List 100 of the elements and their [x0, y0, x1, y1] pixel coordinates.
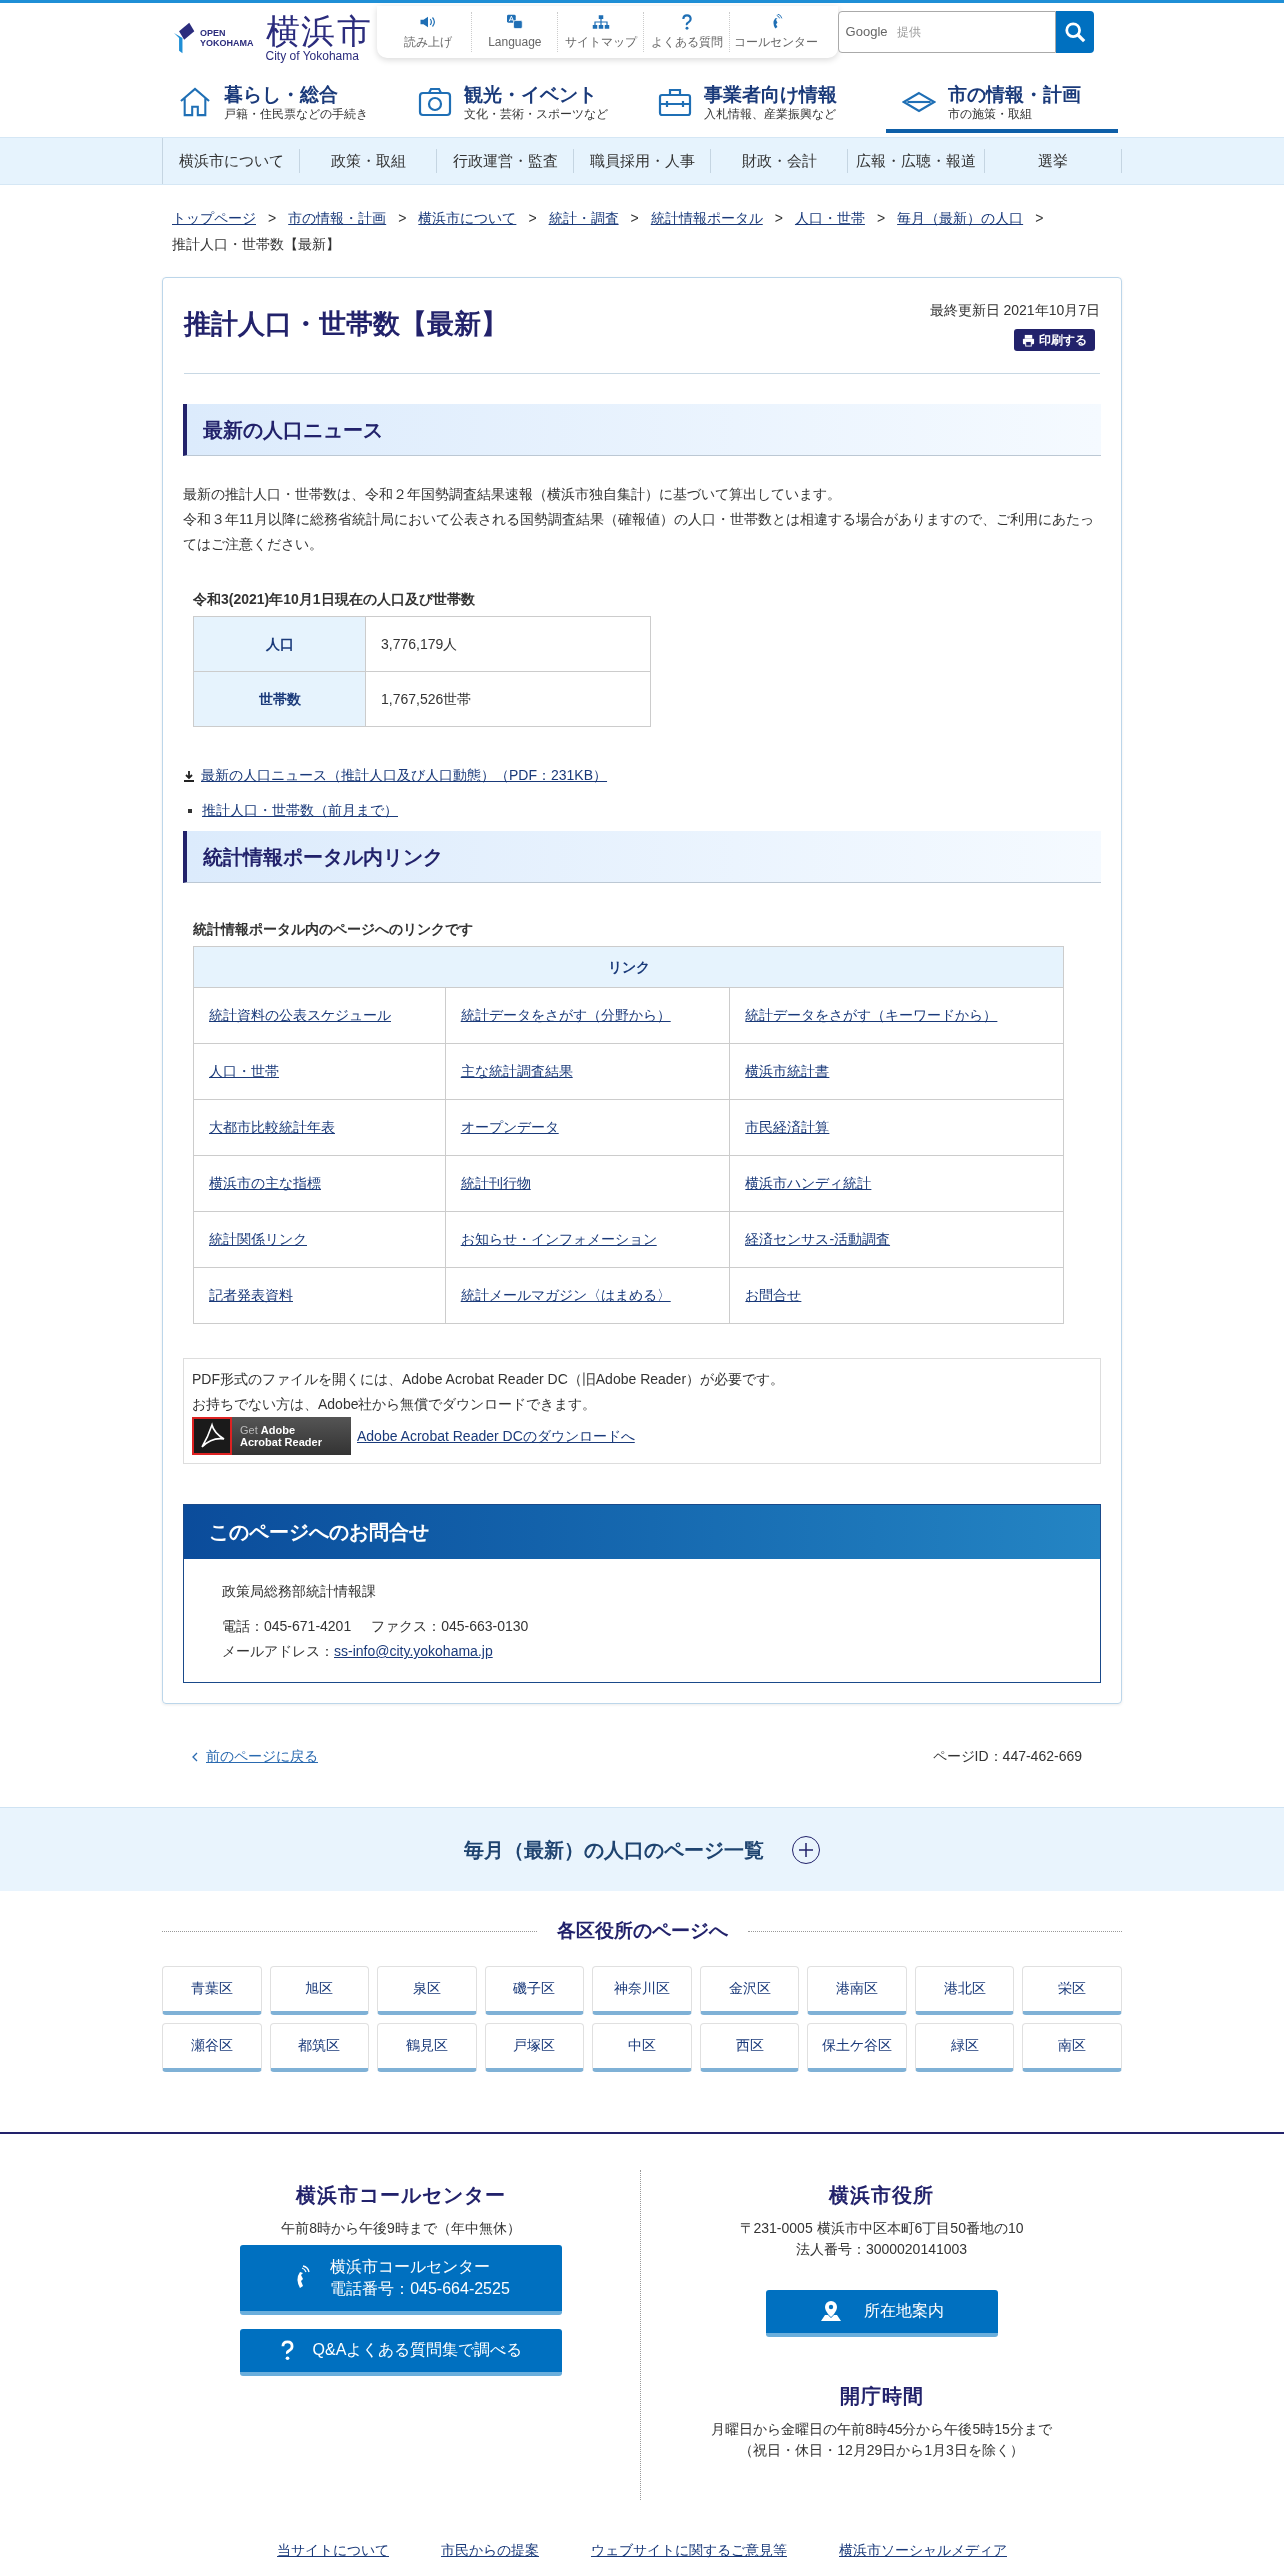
table-caption: 令和3(2021)年10月1日現在の人口及び世帯数	[193, 590, 476, 609]
sub-nav-link[interactable]: 財政・会計	[711, 149, 848, 173]
sub-nav-link[interactable]: 横浜市について	[163, 149, 300, 173]
table-link[interactable]: 大都市比較統計年表	[209, 1119, 335, 1135]
ward-button[interactable]: 神奈川区	[592, 1965, 692, 2015]
pdf-icon	[192, 1417, 232, 1455]
ward-button[interactable]: 港南区	[807, 1965, 907, 2015]
section-heading: 統計情報ポータル内リンク	[183, 831, 1101, 883]
hours-text: 午前8時から午後9時まで（年中無休）	[281, 2218, 521, 2238]
breadcrumb-link[interactable]: 統計・調査	[548, 205, 619, 231]
breadcrumb-link[interactable]: トップページ	[172, 205, 256, 231]
main-nav-tab[interactable]: 事業者向け情報 入札情報、産業振興など	[642, 75, 882, 133]
camera-icon	[418, 87, 452, 117]
department-name: 政策局総務部統計情報課	[222, 1582, 377, 1601]
sub-nav-link[interactable]: 職員採用・人事	[574, 149, 711, 173]
breadcrumb-link[interactable]: 統計情報ポータル	[650, 205, 763, 231]
print-button[interactable]: 印刷する	[1014, 329, 1095, 351]
sub-nav-link[interactable]: 行政運営・監査	[437, 149, 574, 173]
footer-heading: 横浜市役所	[829, 2182, 934, 2208]
table-header-cell: 人口	[193, 616, 366, 672]
breadcrumb-current: 推計人口・世帯数【最新】	[172, 235, 341, 254]
ward-button[interactable]: 泉区	[377, 1965, 477, 2015]
map-pin-icon	[819, 2300, 842, 2322]
utility-link[interactable]: よくある質問	[643, 12, 730, 52]
table-link[interactable]: 横浜市統計書	[745, 1063, 830, 1079]
sub-nav-link[interactable]: 政策・取組	[300, 149, 437, 173]
ward-button[interactable]: 鶴見区	[377, 2022, 477, 2072]
paragraph: 令和３年11月以降に総務省統計局において公表される国勢調査結果（確報値）の人口・世帯数とは相違する場合がありますので、ご利用にあたってはご注意ください。	[183, 510, 1095, 554]
list-link[interactable]: 推計人口・世帯数（前月まで）	[202, 800, 398, 821]
language-icon	[505, 13, 524, 30]
faq-button[interactable]: Q&Aよくある質問集で調べる	[240, 2328, 562, 2376]
sub-nav-link[interactable]: 広報・広聴・報道	[848, 149, 985, 173]
breadcrumb-link[interactable]: 横浜市について	[418, 205, 517, 231]
footer-link[interactable]: 横浜市ソーシャルメディア	[839, 2539, 1007, 2561]
get-adobe-reader-badge[interactable]: Get Adobe Acrobat Reader	[192, 1417, 351, 1455]
ward-button[interactable]: 中区	[592, 2022, 692, 2072]
table-link[interactable]: 人口・世帯	[209, 1063, 279, 1079]
contact-heading: このページへのお問合せ	[184, 1505, 1100, 1559]
fax-number: ファクス：045-663-0130	[371, 1617, 529, 1636]
ward-button[interactable]: 栄区	[1022, 1965, 1122, 2015]
notice-text: PDF形式のファイルを開くには、Adobe Acrobat Reader DC（旧Adobe Reader）が必要です。	[192, 1370, 786, 1389]
ward-button[interactable]: 南区	[1022, 2022, 1122, 2072]
utility-link[interactable]: 読み上げ	[385, 12, 472, 52]
ward-button[interactable]: 緑区	[914, 2022, 1015, 2072]
table-link[interactable]: お問合せ	[745, 1287, 802, 1303]
call-center-button[interactable]: 横浜市コールセンター 電話番号：045-664-2525	[240, 2244, 562, 2315]
breadcrumb-separator: >	[268, 209, 277, 228]
search-button[interactable]	[1056, 11, 1094, 53]
ward-button[interactable]: 旭区	[269, 1965, 370, 2015]
footer-link[interactable]: 当サイトについて	[277, 2539, 389, 2561]
search-icon	[1064, 21, 1086, 43]
footer-link[interactable]: ウェブサイトに関するご意見等	[591, 2539, 787, 2561]
logo-mark[interactable]: OPEN YOKOHAMA	[174, 20, 254, 56]
table-link[interactable]: 市民経済計算	[745, 1119, 830, 1135]
ward-button[interactable]: 金沢区	[699, 1965, 800, 2015]
utility-link[interactable]: Language	[471, 12, 558, 52]
table-link[interactable]: 統計刊行物	[460, 1175, 531, 1191]
table-link[interactable]: オープンデータ	[460, 1119, 559, 1135]
hours-text: 月曜日から金曜日の午前8時45分から午後5時15分まで	[711, 2419, 1052, 2439]
table-link[interactable]: 横浜市の主な指標	[209, 1175, 321, 1191]
page-title: 推計人口・世帯数【最新】	[184, 308, 508, 341]
ward-button[interactable]: 都筑区	[269, 2022, 370, 2072]
corporate-number: 法人番号：3000020141003	[795, 2239, 968, 2259]
ward-button[interactable]: 戸塚区	[484, 2022, 585, 2072]
ward-button[interactable]: 港北区	[914, 1965, 1015, 2015]
accordion-title: 毎月（最新）の人口のページ一覧	[464, 1837, 764, 1863]
sub-nav-link[interactable]: 選挙	[985, 149, 1122, 173]
ward-button[interactable]: 磯子区	[484, 1965, 585, 2015]
printer-icon	[1022, 333, 1035, 347]
location-button[interactable]: 所在地案内	[765, 2289, 998, 2337]
ward-button[interactable]: 西区	[699, 2022, 800, 2072]
table-link[interactable]: 経済センサス-活動調査	[745, 1231, 891, 1247]
ward-button[interactable]: 青葉区	[162, 1965, 262, 2015]
back-link[interactable]: 前のページに戻る	[192, 1746, 318, 1767]
last-updated-date: 最終更新日 2021年10月7日	[929, 301, 1100, 320]
table-link[interactable]: 記者発表資料	[209, 1287, 293, 1303]
main-nav-tab[interactable]: 市の情報・計画 市の施策・取組	[886, 75, 1118, 133]
table-header-cell: 世帯数	[193, 671, 366, 727]
logo-text[interactable]: 横浜市	[265, 13, 373, 49]
table-link[interactable]: お知らせ・インフォメーション	[460, 1231, 657, 1247]
section-heading: 各区役所のページへ	[556, 1919, 728, 1943]
footer-link[interactable]: 市民からの提案	[441, 2539, 539, 2561]
main-nav-tab[interactable]: 暮らし・総合 戸籍・住民票などの手続き	[162, 75, 402, 133]
table-link[interactable]: 横浜市ハンディ統計	[745, 1175, 872, 1191]
ward-button[interactable]: 保土ケ谷区	[807, 2022, 907, 2072]
email-link[interactable]: ss-info@city.yokohama.jp	[334, 1639, 493, 1664]
download-link[interactable]: Adobe Acrobat Reader DCのダウンロードへ	[357, 1423, 635, 1449]
breadcrumb-link[interactable]: 人口・世帯	[794, 205, 865, 231]
breadcrumb-link[interactable]: 市の情報・計画	[288, 205, 387, 231]
table-cell: 3,776,179人	[365, 616, 651, 672]
breadcrumb-link[interactable]: 毎月（最新）の人口	[897, 205, 1024, 231]
ward-button[interactable]: 瀬谷区	[162, 2022, 262, 2072]
table-link[interactable]: 主な統計調査結果	[460, 1063, 573, 1079]
utility-link[interactable]: サイトマップ	[557, 12, 644, 52]
footer-heading: 横浜市コールセンター	[296, 2182, 506, 2208]
utility-link[interactable]: コールセンター	[729, 12, 823, 52]
sitemap-icon	[591, 13, 610, 30]
main-nav-tab[interactable]: 観光・イベント 文化・芸術・スポーツなど	[402, 75, 642, 133]
table-link[interactable]: 統計関係リンク	[209, 1231, 307, 1247]
pdf-download-link[interactable]: 最新の人口ニュース（推計人口及び人口動態）（PDF：231KB）	[201, 765, 608, 786]
